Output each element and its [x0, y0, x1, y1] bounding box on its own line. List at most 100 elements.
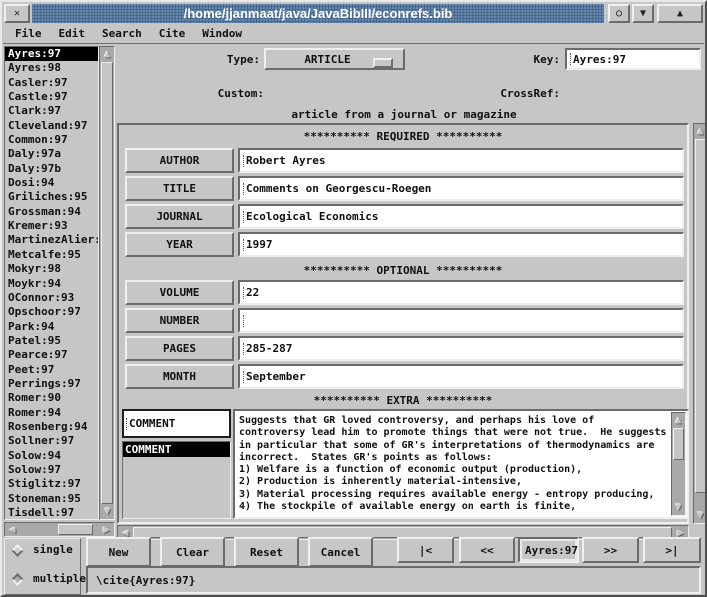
field-label-button[interactable]: PAGES: [125, 336, 234, 361]
scroll-left-icon[interactable]: ◀: [6, 524, 19, 537]
form-vertical-scrollbar[interactable]: ▲ ▼: [693, 123, 707, 524]
field-label-button[interactable]: NUMBER: [125, 308, 234, 333]
field-label-button[interactable]: JOURNAL: [125, 204, 234, 229]
circle-icon: ○: [616, 8, 622, 19]
reference-list-item[interactable]: MartinezAlier:97: [5, 233, 98, 247]
action-button[interactable]: New: [86, 537, 151, 567]
action-button[interactable]: Cancel: [308, 537, 373, 567]
comment-textarea[interactable]: Suggests that GR loved controversy, and …: [233, 409, 689, 519]
nav-prev-button[interactable]: <<: [459, 537, 515, 563]
field-input[interactable]: Ecological Economics: [238, 204, 684, 229]
field-label-button[interactable]: AUTHOR: [125, 148, 234, 173]
reference-list-item[interactable]: Romer:90: [5, 391, 98, 405]
reference-list-item[interactable]: Daly:97a: [5, 147, 98, 161]
reference-list-item[interactable]: Ayres:97: [5, 47, 98, 61]
reference-list-item[interactable]: Solow:97: [5, 463, 98, 477]
comment-scroll-thumb[interactable]: [673, 428, 684, 460]
extra-field-list-item[interactable]: COMMENT: [123, 442, 230, 457]
reference-list-item[interactable]: Patel:95: [5, 334, 98, 348]
nav-last-button[interactable]: >|: [643, 537, 701, 563]
reference-list-item[interactable]: Sollner:97: [5, 434, 98, 448]
reference-list-item[interactable]: Stiglitz:97: [5, 477, 98, 491]
title-drag-area[interactable]: /home/jjanmaat/java/JavaBibIII/econrefs.…: [32, 4, 604, 23]
scroll-up-icon[interactable]: ▲: [672, 414, 685, 427]
extra-field-name-input[interactable]: COMMENT: [122, 409, 231, 438]
reference-list-item[interactable]: Kremer:93: [5, 219, 98, 233]
reference-list-item[interactable]: Tisdell:97: [5, 506, 98, 520]
menu-item[interactable]: Cite: [159, 27, 186, 40]
multiple-mode-radio[interactable]: [11, 573, 24, 586]
nav-current-key-input[interactable]: Ayres:97: [518, 537, 579, 563]
action-button[interactable]: Reset: [234, 537, 299, 567]
menu-item[interactable]: Edit: [59, 27, 86, 40]
field-input[interactable]: 22: [238, 280, 684, 305]
list-horizontal-scrollbar[interactable]: ◀ ▶: [4, 522, 115, 537]
reference-list-item[interactable]: Grossman:94: [5, 205, 98, 219]
comment-scrollbar[interactable]: ▲ ▼: [671, 412, 686, 516]
single-mode-label[interactable]: single: [33, 543, 73, 556]
single-mode-radio[interactable]: [11, 544, 24, 557]
reference-list-item[interactable]: Mokyr:98: [5, 262, 98, 276]
scroll-down-icon[interactable]: ▼: [101, 505, 114, 518]
reference-list-item[interactable]: Castle:97: [5, 90, 98, 104]
type-option-menu[interactable]: ARTICLE: [264, 48, 405, 70]
close-button[interactable]: ✕: [4, 4, 30, 23]
reference-list-item[interactable]: OConnor:93: [5, 291, 98, 305]
nav-next-button[interactable]: >>: [582, 537, 639, 563]
scroll-up-icon[interactable]: ▲: [694, 125, 707, 138]
menu-circle-button[interactable]: ○: [608, 4, 630, 23]
multiple-mode-label[interactable]: multiple: [33, 572, 86, 585]
field-input[interactable]: September: [238, 364, 684, 389]
menu-item[interactable]: Search: [102, 27, 142, 40]
scroll-down-icon[interactable]: ▼: [694, 509, 707, 522]
reference-list-item[interactable]: Stoneman:95: [5, 492, 98, 506]
nav-first-button[interactable]: |<: [397, 537, 454, 563]
reference-list-item[interactable]: Opschoor:97: [5, 305, 98, 319]
field-input[interactable]: [238, 308, 684, 333]
scroll-right-icon[interactable]: ▶: [100, 524, 113, 537]
reference-list-item[interactable]: Daly:97b: [5, 162, 98, 176]
list-vertical-scrollbar[interactable]: ▲ ▼: [99, 46, 115, 520]
reference-list-item[interactable]: Solow:94: [5, 449, 98, 463]
field-input[interactable]: 1997: [238, 232, 684, 257]
field-input[interactable]: Comments on Georgescu-Roegen: [238, 176, 684, 201]
reference-list[interactable]: Ayres:97Ayres:98Casler:97Castle:97Clark:…: [4, 46, 99, 520]
reference-list-item[interactable]: Perrings:97: [5, 377, 98, 391]
reference-key: Romer:94: [8, 406, 61, 419]
maximize-button[interactable]: ▲: [657, 4, 703, 23]
reference-list-item[interactable]: Park:94: [5, 320, 98, 334]
title-bar[interactable]: ✕ /home/jjanmaat/java/JavaBibIII/econref…: [3, 3, 704, 24]
reference-list-item[interactable]: Ayres:98: [5, 61, 98, 75]
list-hscroll-thumb[interactable]: [58, 524, 93, 535]
scroll-up-icon[interactable]: ▲: [101, 48, 114, 61]
field-label-button[interactable]: VOLUME: [125, 280, 234, 305]
reference-list-item[interactable]: Griliches:95: [5, 190, 98, 204]
field-input[interactable]: Robert Ayres: [238, 148, 684, 173]
iconify-button[interactable]: ▼: [632, 4, 654, 23]
list-vscroll-thumb[interactable]: [101, 62, 113, 504]
field-label-button[interactable]: MONTH: [125, 364, 234, 389]
field-label-button[interactable]: TITLE: [125, 176, 234, 201]
reference-list-item[interactable]: Casler:97: [5, 76, 98, 90]
reference-key: Casler:97: [8, 76, 68, 89]
cite-string-field[interactable]: \cite{Ayres:97}: [86, 566, 701, 594]
reference-list-item[interactable]: Common:97: [5, 133, 98, 147]
reference-list-item[interactable]: Romer:94: [5, 406, 98, 420]
extra-field-list[interactable]: COMMENT: [122, 441, 231, 519]
reference-list-item[interactable]: Cleveland:97: [5, 119, 98, 133]
reference-list-item[interactable]: Clark:97: [5, 104, 98, 118]
action-button[interactable]: Clear: [160, 537, 225, 567]
key-input[interactable]: Ayres:97: [565, 48, 701, 70]
field-label-button[interactable]: YEAR: [125, 232, 234, 257]
reference-list-item[interactable]: Pearce:97: [5, 348, 98, 362]
field-input[interactable]: 285-287: [238, 336, 684, 361]
menu-item[interactable]: File: [15, 27, 42, 40]
reference-list-item[interactable]: Moykr:94: [5, 277, 98, 291]
reference-list-item[interactable]: Metcalfe:95: [5, 248, 98, 262]
reference-list-item[interactable]: Rosenberg:94: [5, 420, 98, 434]
scroll-down-icon[interactable]: ▼: [672, 501, 685, 514]
reference-list-item[interactable]: Peet:97: [5, 363, 98, 377]
menu-item[interactable]: Window: [202, 27, 242, 40]
reference-list-item[interactable]: Dosi:94: [5, 176, 98, 190]
form-vscroll-thumb[interactable]: [695, 139, 706, 493]
